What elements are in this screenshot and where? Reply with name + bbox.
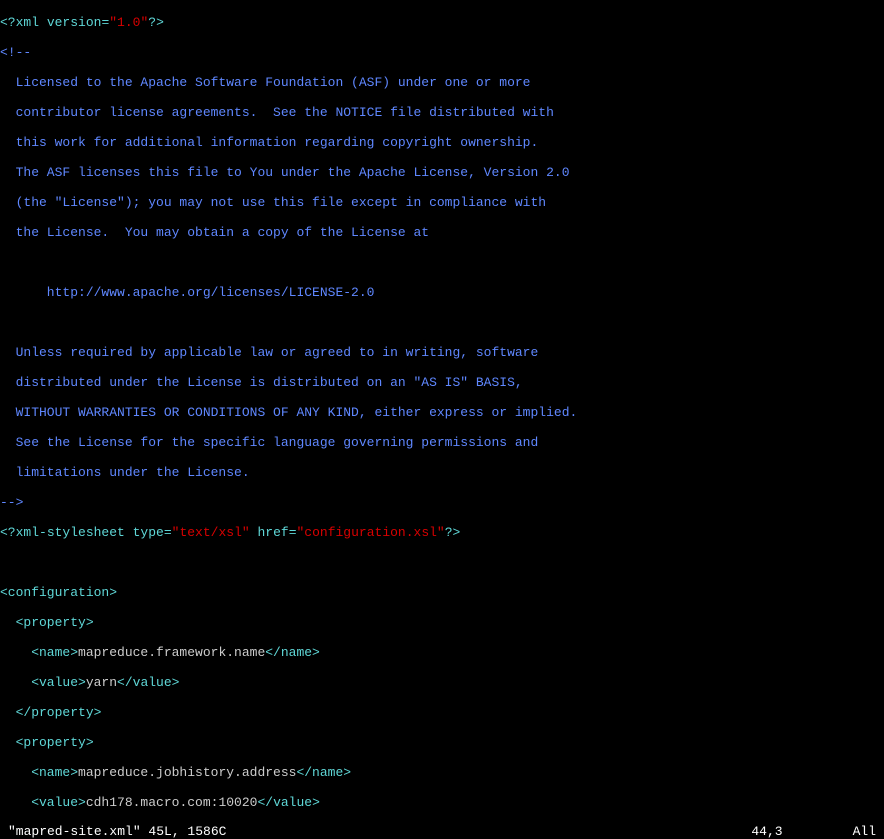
blank-line — [0, 555, 884, 570]
comment-line: See the License for the specific languag… — [0, 435, 884, 450]
comment-line: limitations under the License. — [0, 465, 884, 480]
comment-line: http://www.apache.org/licenses/LICENSE-2… — [0, 285, 884, 300]
code-line: <property> — [0, 735, 884, 750]
code-line: <name>mapreduce.jobhistory.address</name… — [0, 765, 884, 780]
status-position: 44,3 — [751, 824, 782, 839]
comment-line: the License. You may obtain a copy of th… — [0, 225, 884, 240]
code-line: <configuration> — [0, 585, 884, 600]
comment-line: Unless required by applicable law or agr… — [0, 345, 884, 360]
comment-line: this work for additional information reg… — [0, 135, 884, 150]
code-line: <value>cdh178.macro.com:10020</value> — [0, 795, 884, 810]
code-line: <property> — [0, 615, 884, 630]
comment-line: <!-- — [0, 45, 884, 60]
code-line: <name>mapreduce.framework.name</name> — [0, 645, 884, 660]
status-percent: All — [853, 824, 876, 839]
status-bar: "mapred-site.xml" 45L, 1586C 44,3 All — [0, 824, 884, 839]
code-line: <value>yarn</value> — [0, 675, 884, 690]
comment-line: Licensed to the Apache Software Foundati… — [0, 75, 884, 90]
comment-line: The ASF licenses this file to You under … — [0, 165, 884, 180]
comment-line — [0, 315, 884, 330]
status-filename: "mapred-site.xml" 45L, 1586C — [8, 824, 226, 839]
comment-line — [0, 255, 884, 270]
comment-line: distributed under the License is distrib… — [0, 375, 884, 390]
code-line: <?xml version="1.0"?> — [0, 15, 884, 30]
comment-line: (the "License"); you may not use this fi… — [0, 195, 884, 210]
editor-viewport[interactable]: <?xml version="1.0"?> <!-- Licensed to t… — [0, 0, 884, 824]
comment-line: contributor license agreements. See the … — [0, 105, 884, 120]
code-line: <?xml-stylesheet type="text/xsl" href="c… — [0, 525, 884, 540]
comment-line: WITHOUT WARRANTIES OR CONDITIONS OF ANY … — [0, 405, 884, 420]
code-line: </property> — [0, 705, 884, 720]
comment-line: --> — [0, 495, 884, 510]
